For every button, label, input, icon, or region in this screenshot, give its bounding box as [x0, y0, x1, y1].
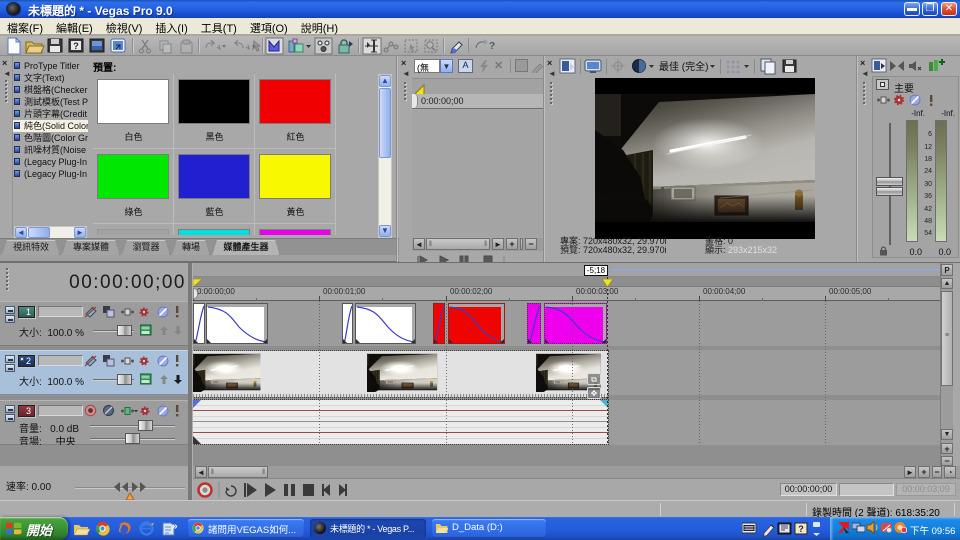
- svg-text:?: ?: [73, 41, 79, 51]
- svg-text:?: ?: [489, 41, 495, 52]
- svg-text:?: ?: [798, 524, 804, 534]
- svg-text:最佳 (完全): 最佳 (完全): [659, 60, 708, 73]
